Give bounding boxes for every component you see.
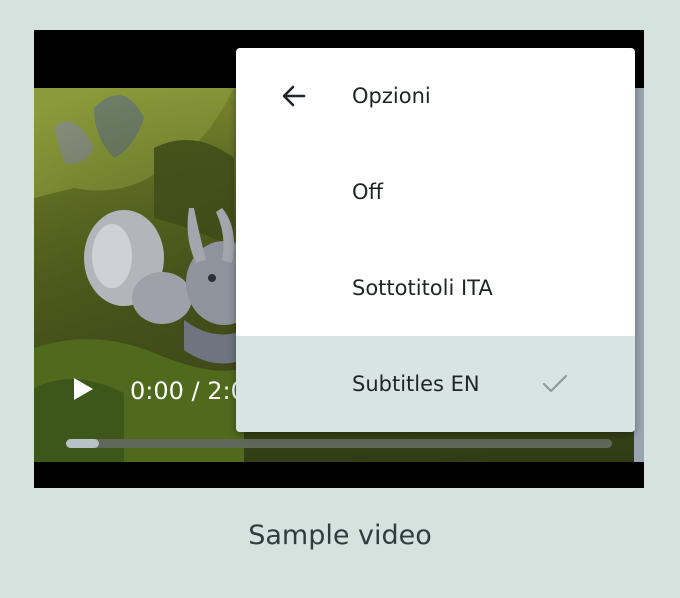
menu-item-off[interactable]: Off: [236, 144, 635, 240]
menu-item-label: Subtitles EN: [352, 372, 480, 396]
check-icon: [542, 374, 568, 393]
menu-header[interactable]: Opzioni: [236, 48, 635, 144]
progress-bar[interactable]: [66, 439, 612, 448]
arrow-left-icon[interactable]: [280, 82, 308, 110]
menu-title: Opzioni: [352, 84, 431, 108]
play-button[interactable]: [70, 376, 96, 402]
subtitle-options-menu: Opzioni Off Sottotitoli ITA Subtitles EN: [236, 48, 635, 432]
progress-buffered: [66, 439, 99, 448]
video-caption: Sample video: [248, 520, 432, 551]
menu-item-label: Off: [352, 180, 383, 204]
time-display: 0:00 / 2:0: [130, 377, 246, 405]
play-icon: [74, 378, 93, 400]
menu-item-sottotitoli-ita[interactable]: Sottotitoli ITA: [236, 240, 635, 336]
menu-item-label: Sottotitoli ITA: [352, 276, 493, 300]
page: 0:00 / 2:0 Opzioni Off Sottotitoli ITA S…: [0, 0, 680, 598]
menu-item-subtitles-en[interactable]: Subtitles EN: [236, 336, 635, 432]
